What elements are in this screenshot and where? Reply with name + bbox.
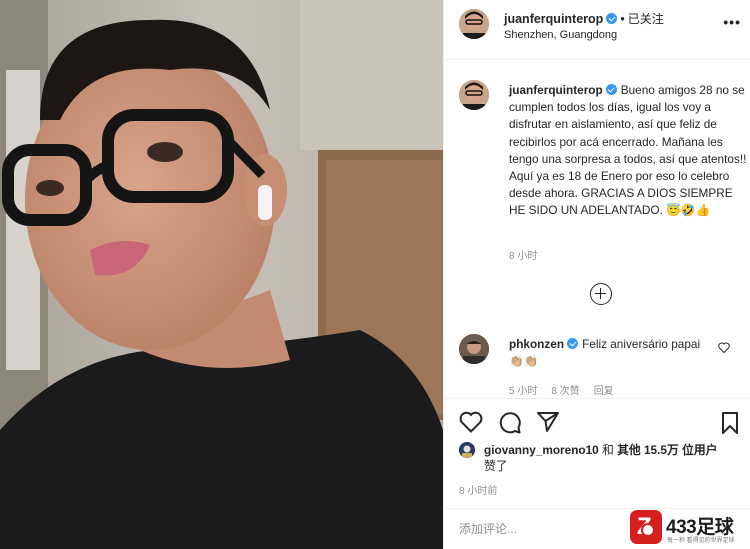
post-detail-panel: juanferquinterop • 已关注 Shenzhen, Guangdong… <box>443 0 750 549</box>
verified-badge-icon <box>606 13 618 24</box>
verified-badge-icon <box>567 338 579 349</box>
header-username-row: juanferquinterop • 已关注 <box>504 10 664 27</box>
liker-avatar[interactable] <box>459 442 475 458</box>
caption-timestamp: 8 小时 <box>509 251 538 262</box>
comment-like-heart-icon[interactable] <box>718 342 730 353</box>
follow-status-button[interactable]: 已关注 <box>628 12 664 26</box>
comment-icon[interactable] <box>498 411 522 435</box>
comment-text-block: phkonzen Feliz aniversário papai 👏🏼👏🏼 <box>509 336 709 370</box>
caption-username[interactable]: juanferquinterop <box>509 83 603 97</box>
caption-text-block: juanferquinterop Bueno amigos 28 no se cu… <box>509 82 749 220</box>
liker-username[interactable]: giovanny_moreno10 <box>484 443 599 457</box>
likes-others-label[interactable]: 其他 <box>617 443 641 457</box>
caption-avatar[interactable] <box>459 80 489 110</box>
location-link[interactable]: Shenzhen, Guangdong <box>504 29 617 41</box>
verified-badge-icon <box>605 84 617 95</box>
separator-dot: • <box>620 12 625 26</box>
comment-username[interactable]: phkonzen <box>509 337 564 351</box>
watermark-logo: 433足球 每一秒 看得见的世界足球 <box>630 510 748 546</box>
likes-text: giovanny_moreno10 和 其他 15.5万 位用户赞了 <box>484 442 739 474</box>
caption-text: Bueno amigos 28 no se cumplen todos los … <box>509 83 747 218</box>
post-header: juanferquinterop • 已关注 Shenzhen, Guangdong… <box>444 0 750 60</box>
selfie-image <box>0 0 443 549</box>
action-bar <box>444 398 750 448</box>
post-timestamp[interactable]: 8 小时前 <box>459 482 497 497</box>
post-photo[interactable] <box>0 0 443 549</box>
likes-and: 和 <box>602 443 614 457</box>
comment-timestamp: 5 小时 <box>509 386 538 397</box>
watermark-subtitle: 每一秒 看得见的世界足球 <box>667 538 735 544</box>
reply-button[interactable]: 回复 <box>594 386 614 397</box>
likes-liked: 赞了 <box>484 459 508 473</box>
likes-others-count[interactable]: 15.5万 <box>644 443 679 457</box>
header-username[interactable]: juanferquinterop <box>504 12 603 26</box>
commenter-avatar[interactable] <box>459 334 489 364</box>
add-comment-input[interactable] <box>459 519 629 539</box>
comment-likes-count[interactable]: 8 次赞 <box>551 386 579 397</box>
bookmark-icon[interactable] <box>721 411 739 435</box>
plus-circle-icon[interactable] <box>590 283 612 305</box>
more-horizontal-icon[interactable]: ••• <box>723 14 741 30</box>
heart-icon[interactable] <box>459 411 483 433</box>
paper-plane-icon[interactable] <box>536 411 560 433</box>
likes-others-suffix[interactable]: 位用户 <box>682 443 717 457</box>
comment-meta: 5 小时 8 次赞 回复 <box>509 382 628 397</box>
author-avatar[interactable] <box>459 9 489 39</box>
watermark-badge-icon <box>630 510 662 544</box>
